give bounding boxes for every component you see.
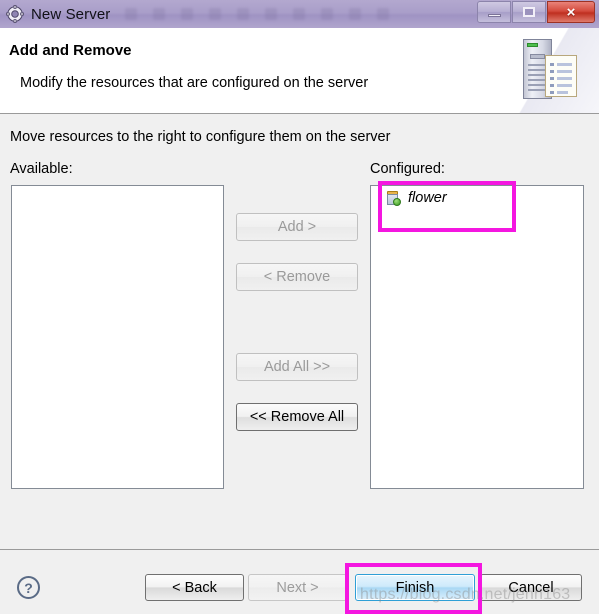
cancel-button[interactable]: Cancel — [480, 574, 582, 601]
page-title: Add and Remove — [9, 42, 132, 59]
remove-button[interactable]: < Remove — [236, 263, 358, 291]
configured-listbox[interactable]: flower — [370, 185, 584, 489]
gear-icon — [6, 5, 25, 24]
available-label: Available: — [10, 161, 73, 177]
configured-label: Configured: — [370, 161, 445, 177]
instruction-text: Move resources to the right to configure… — [10, 129, 391, 145]
remove-all-button[interactable]: << Remove All — [236, 403, 358, 431]
window-title: New Server — [31, 5, 111, 23]
back-button[interactable]: < Back — [145, 574, 244, 601]
wizard-header: Add and Remove Modify the resources that… — [0, 28, 599, 114]
window-titlebar: New Server × — [0, 0, 599, 28]
minimize-icon — [487, 13, 501, 17]
list-item[interactable]: flower — [371, 186, 583, 210]
titlebar-ghost-artifacts — [125, 4, 455, 24]
page-subtitle: Modify the resources that are configured… — [20, 75, 369, 91]
window-controls: × — [477, 1, 595, 23]
finish-button[interactable]: Finish — [355, 574, 475, 601]
list-item-label: flower — [408, 190, 447, 206]
add-all-button[interactable]: Add All >> — [236, 353, 358, 381]
next-button[interactable]: Next > — [248, 574, 347, 601]
web-module-icon — [385, 190, 401, 206]
wizard-footer: ? < Back Next > Finish Cancel — [0, 549, 599, 614]
close-icon: × — [566, 3, 576, 21]
add-button[interactable]: Add > — [236, 213, 358, 241]
help-icon[interactable]: ? — [17, 576, 40, 599]
maximize-icon — [523, 7, 535, 17]
server-and-document-icon — [505, 28, 599, 113]
wizard-body: Move resources to the right to configure… — [0, 114, 599, 549]
available-listbox[interactable] — [11, 185, 224, 489]
minimize-button[interactable] — [477, 1, 511, 23]
close-button[interactable]: × — [547, 1, 595, 23]
new-server-wizard-window: New Server × Add and Remove Modify the r… — [0, 0, 599, 614]
maximize-button[interactable] — [512, 1, 546, 23]
